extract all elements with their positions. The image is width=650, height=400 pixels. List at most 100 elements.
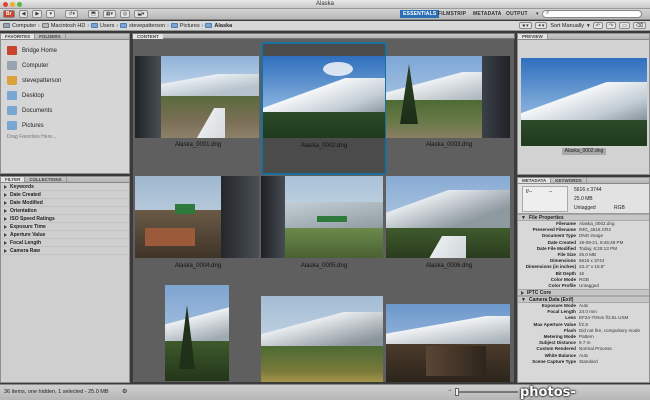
recent-folders-button[interactable]: ▾	[46, 10, 56, 18]
back-button[interactable]: ◀	[18, 10, 29, 18]
workspace-filmstrip[interactable]: FILMSTRIP	[435, 10, 469, 18]
filter-aperture[interactable]: Aperture Value	[1, 231, 129, 239]
title-bar: Alaska	[0, 0, 650, 9]
section-iptc-core[interactable]: IPTC Core	[518, 289, 649, 297]
chevron-down-icon: ▼	[521, 296, 526, 303]
filter-exposure-time[interactable]: Exposure Time	[1, 223, 129, 231]
filter-items-icon[interactable]: ✦▾	[534, 22, 548, 29]
folder-icon	[170, 23, 178, 28]
thumbnail-cell[interactable]	[386, 304, 512, 382]
thumbnail-cell-selected[interactable]: Alaska_0002.dng	[261, 42, 387, 175]
sort-dropdown[interactable]: Sort Manually	[550, 23, 584, 29]
folder-icon	[120, 23, 128, 28]
filter-camera-raw[interactable]: Camera Raw	[1, 247, 129, 255]
thumbnail-size-slider[interactable]	[455, 388, 518, 396]
search-input[interactable]: ⌕	[542, 10, 642, 18]
bridge-logo-icon[interactable]: Br	[3, 10, 15, 18]
metadata-key: Color Profile	[548, 282, 576, 288]
folder-icon	[91, 23, 99, 28]
boomerang-icon[interactable]: ↺▾	[65, 10, 78, 18]
chevron-right-icon: ›	[167, 22, 169, 29]
workspace-menu-icon[interactable]: ▾	[533, 10, 542, 18]
thumbnail-caption: Alaska_0005.dng	[300, 263, 348, 269]
new-folder-icon[interactable]: ▭	[619, 22, 630, 29]
window-title: Alaska	[315, 1, 334, 7]
filter-panel: FILTER COLLECTIONS Keywords Date Created…	[0, 176, 130, 383]
metadata-value[interactable]: Untagged	[579, 283, 599, 289]
chevron-right-icon: ›	[87, 22, 90, 29]
section-file-properties[interactable]: ▼ File Properties	[518, 214, 649, 221]
tab-folders[interactable]: FOLDERS	[35, 34, 66, 39]
thumbnail-cell[interactable]: Alaska_0003.dng	[386, 42, 512, 175]
thumbnail-image	[386, 304, 510, 382]
tab-collections[interactable]: COLLECTIONS	[25, 177, 67, 182]
trash-icon[interactable]: ⌫	[632, 22, 646, 29]
crumb-users[interactable]: Users	[91, 23, 114, 29]
open-in-camera-raw-icon[interactable]: ◎	[119, 10, 131, 18]
favorite-bridge-home[interactable]: Bridge Home	[1, 43, 129, 58]
thumbnail-image	[135, 56, 259, 138]
workspace-essentials[interactable]: ESSENTIALS	[400, 10, 440, 18]
tab-metadata[interactable]: METADATA	[518, 178, 552, 183]
status-text: 36 items, one hidden, 1 selected - 25.0 …	[4, 389, 109, 395]
quality-icon[interactable]: ★▾	[518, 22, 532, 29]
thumbnail-cell[interactable]: Alaska_0006.dng	[386, 176, 512, 309]
tab-keywords[interactable]: KEYWORDS	[551, 178, 587, 183]
preview-image[interactable]	[521, 58, 647, 146]
favorite-documents[interactable]: Documents	[1, 103, 129, 118]
crumb-pictures[interactable]: Pictures	[170, 23, 200, 29]
folder-icon	[7, 91, 17, 100]
thumbnail-cell[interactable]: Alaska_0001.dng	[135, 42, 261, 175]
thumbnail-cell[interactable]	[135, 282, 261, 382]
thumbnail-image	[135, 176, 259, 258]
settings-icon[interactable]: ⚙	[122, 388, 127, 395]
thumbnail-cell[interactable]	[261, 296, 387, 382]
favorite-stevepatterson[interactable]: stevepatterson	[1, 73, 129, 88]
preview-caption: Alaska_0002.dng	[562, 148, 606, 155]
disclosure-triangle-icon	[4, 184, 7, 189]
filter-orientation[interactable]: Orientation	[1, 207, 129, 215]
filter-focal-length[interactable]: Focal Length	[1, 239, 129, 247]
crumb-macintosh-hd[interactable]: Macintosh HD	[41, 23, 85, 29]
content-tab-header: CONTENT	[132, 33, 515, 39]
folder-icon	[7, 121, 17, 130]
metadata-value[interactable]: Standard	[579, 359, 598, 365]
chevron-right-icon: ›	[38, 22, 40, 29]
crumb-computer[interactable]: Computer	[3, 23, 36, 29]
disclosure-triangle-icon	[4, 240, 7, 245]
bridge-home-icon	[7, 46, 17, 55]
tab-filter[interactable]: FILTER	[1, 177, 26, 182]
output-icon[interactable]: ⬓▾	[134, 10, 148, 18]
profile-summary: Untagged	[574, 205, 596, 211]
favorite-pictures[interactable]: Pictures	[1, 118, 129, 133]
rotate-right-icon[interactable]: ↷	[605, 22, 617, 29]
favorite-desktop[interactable]: Desktop	[1, 88, 129, 103]
filter-date-modified[interactable]: Date Modified	[1, 199, 129, 207]
thumbnail-image	[386, 176, 510, 258]
zoom-out-icon[interactable]: −	[448, 388, 452, 394]
forward-button[interactable]: ▶	[32, 10, 43, 18]
crumb-stevepatterson[interactable]: stevepatterson	[120, 23, 165, 29]
tab-content[interactable]: CONTENT	[133, 34, 163, 39]
favorite-computer[interactable]: Computer	[1, 58, 129, 73]
workspace-metadata[interactable]: METADATA	[470, 10, 505, 18]
workspace-output[interactable]: OUTPUT	[503, 10, 531, 18]
get-photos-icon[interactable]: ⬒	[87, 10, 99, 18]
crumb-alaska[interactable]: Alaska	[205, 23, 232, 29]
disclosure-triangle-icon	[521, 290, 524, 295]
refine-icon[interactable]: ▦▾	[102, 10, 116, 18]
thumbnail-cell[interactable]: Alaska_0005.dng	[261, 176, 387, 309]
metadata-panel: METADATA KEYWORDS f/-- -- 5616 x 3744 25…	[517, 177, 650, 383]
slider-handle[interactable]	[455, 388, 459, 396]
filter-iso[interactable]: ISO Speed Ratings	[1, 215, 129, 223]
tab-preview[interactable]: PREVIEW	[518, 34, 548, 39]
computer-icon	[7, 61, 17, 70]
tab-favorites[interactable]: FAVORITES	[1, 34, 36, 39]
camera-summary-box: f/-- --	[522, 186, 568, 212]
section-camera-data[interactable]: ▼ Camera Data (Exif)	[518, 296, 649, 304]
rotate-left-icon[interactable]: ↶	[592, 22, 603, 29]
folder-icon	[205, 23, 213, 28]
metadata-summary: f/-- -- 5616 x 3744 25.0 MB Untagged RGB	[518, 184, 649, 214]
filter-keywords[interactable]: Keywords	[1, 183, 129, 191]
filter-date-created[interactable]: Date Created	[1, 191, 129, 199]
